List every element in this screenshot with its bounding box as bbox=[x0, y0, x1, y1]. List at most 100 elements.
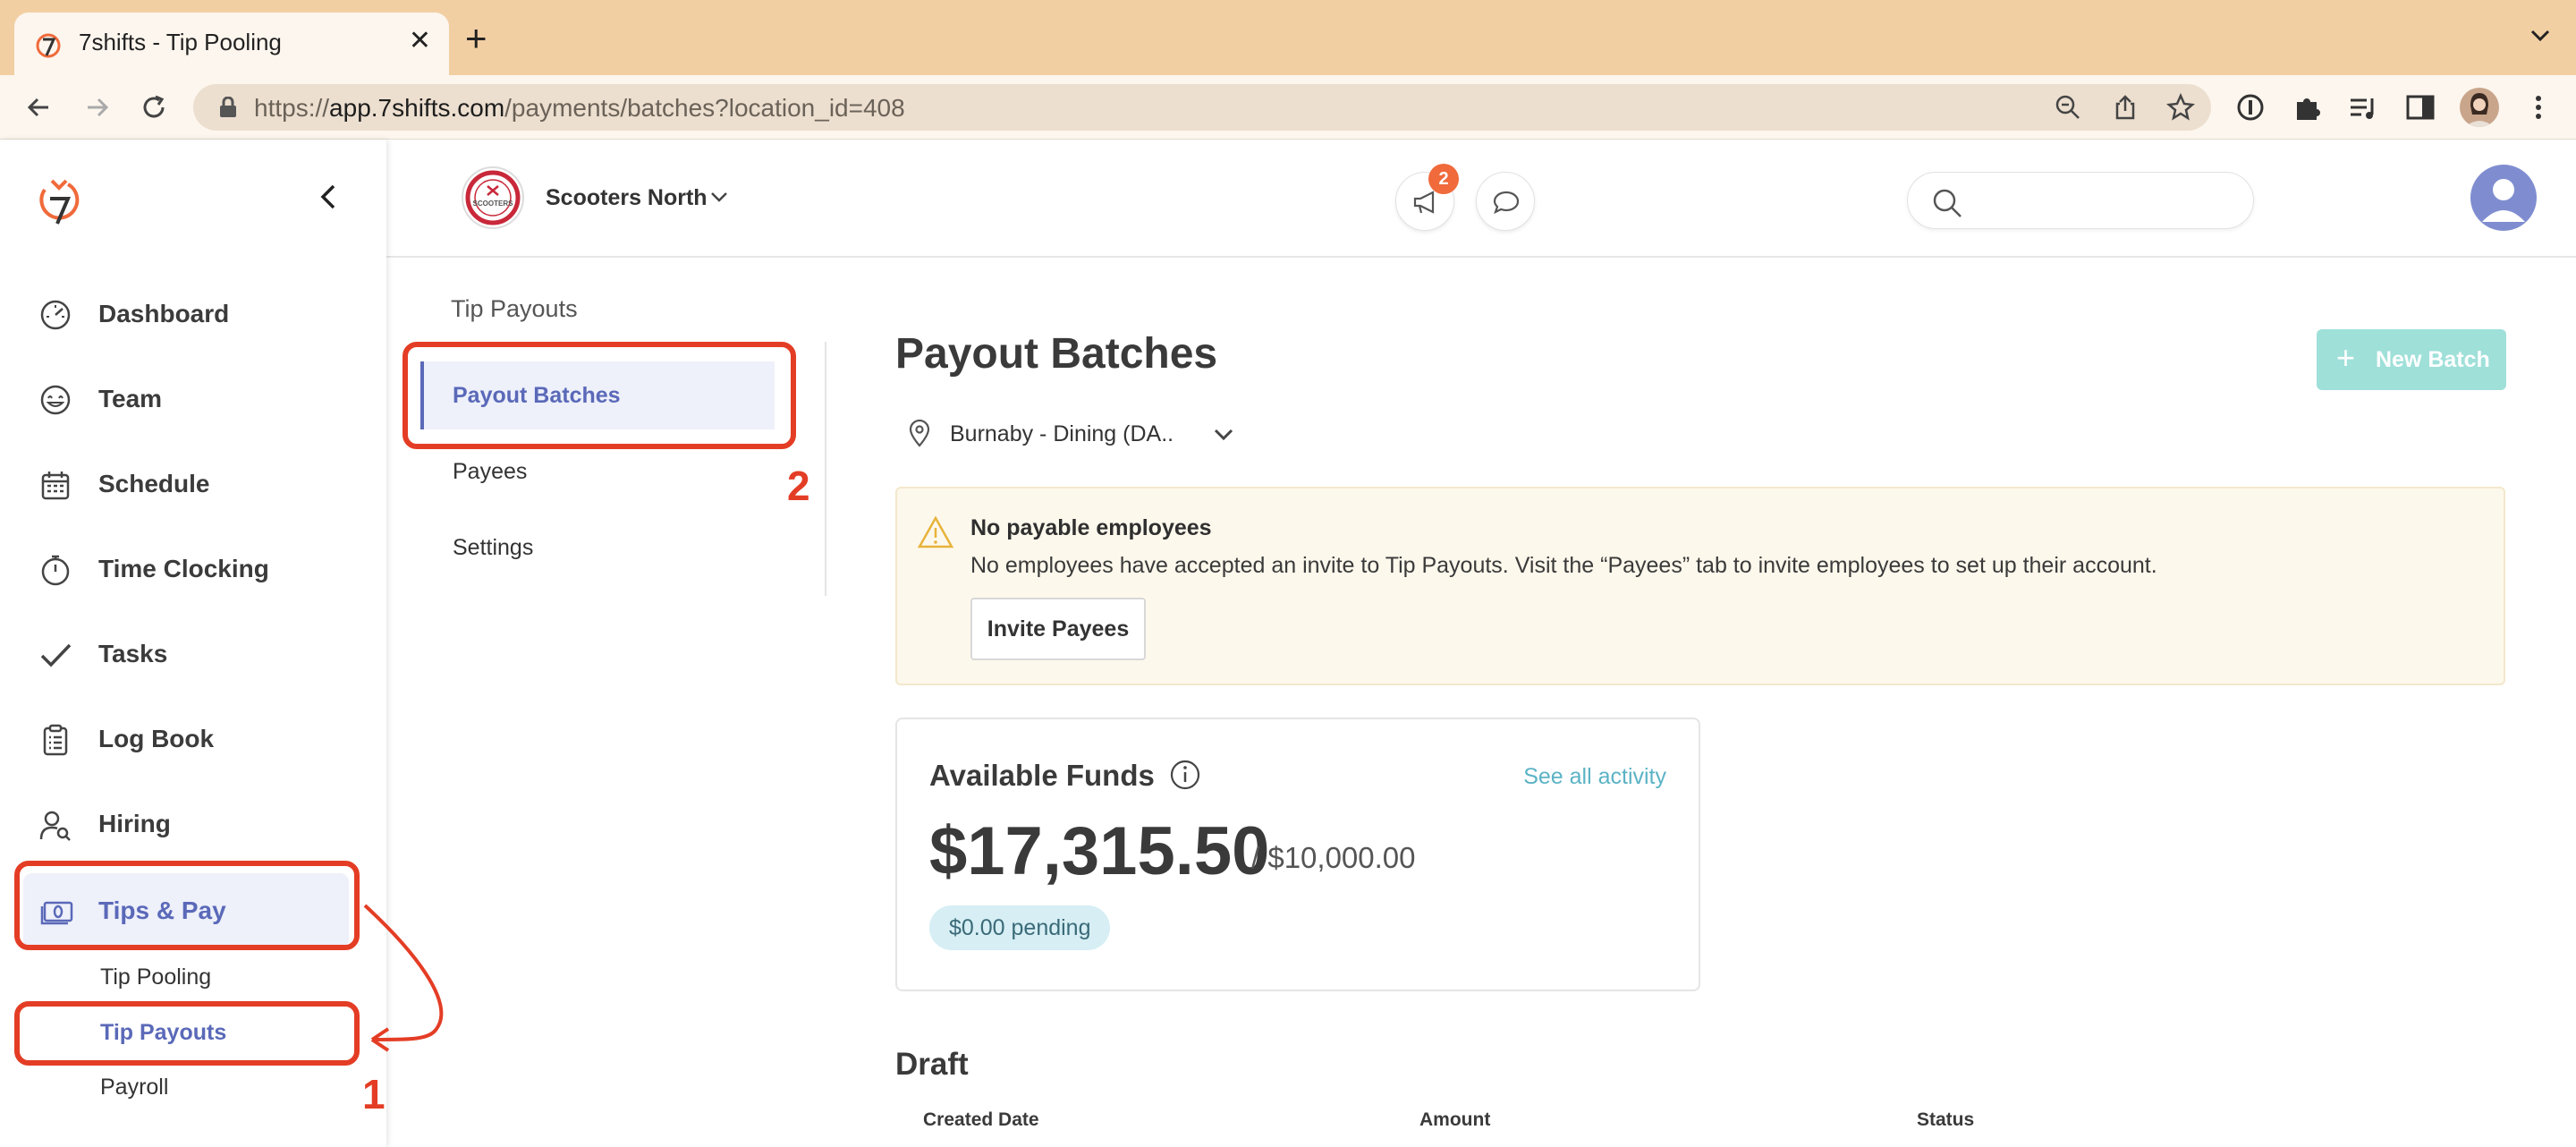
alert-title: No payable employees bbox=[970, 515, 1212, 540]
annotation-step-1: 1 bbox=[362, 1071, 386, 1117]
password-manager-icon[interactable] bbox=[2233, 89, 2268, 125]
new-batch-label: New Batch bbox=[2376, 347, 2490, 372]
browser-toolbar: https://app.7shifts.com/payments/batches… bbox=[0, 75, 2576, 140]
subnav-title: Tip Payouts bbox=[451, 295, 578, 322]
location-filter-value: Burnaby - Dining (DA.. bbox=[950, 421, 1174, 446]
checkmark-icon bbox=[40, 643, 72, 667]
sidebar-item-team[interactable]: Team bbox=[0, 371, 386, 425]
side-panel-icon[interactable] bbox=[2402, 89, 2438, 125]
annotation-arrow bbox=[363, 904, 444, 1052]
tab-title: 7shifts - Tip Pooling bbox=[79, 29, 282, 55]
browser-tab[interactable]: 7shifts - Tip Pooling ✕ bbox=[14, 13, 449, 75]
gauge-icon bbox=[40, 300, 71, 330]
collapse-sidebar-icon[interactable] bbox=[315, 183, 343, 211]
chevron-down-icon[interactable] bbox=[2528, 23, 2553, 48]
pending-badge: $0.00 pending bbox=[929, 905, 1111, 950]
search-icon bbox=[1933, 189, 1962, 217]
browser-tab-strip: 7shifts - Tip Pooling ✕ + bbox=[0, 0, 2576, 75]
sidebar-item-log-book[interactable]: Log Book bbox=[0, 711, 386, 765]
close-tab-icon[interactable]: ✕ bbox=[409, 25, 431, 56]
sidebar-item-label: Tasks bbox=[98, 640, 168, 667]
location-switcher[interactable]: Scooters North bbox=[546, 185, 708, 211]
available-funds-card: Available Funds See all activity $17,315… bbox=[895, 718, 1700, 991]
subnav-item-settings[interactable]: Settings bbox=[420, 514, 775, 582]
media-playlist-icon[interactable] bbox=[2345, 89, 2381, 125]
subnav-item-label: Payout Batches bbox=[453, 383, 621, 408]
plus-icon: + bbox=[2336, 339, 2356, 376]
alert-message: No employees have accepted an invite to … bbox=[970, 553, 2157, 578]
subnav-divider bbox=[825, 342, 826, 596]
draft-section-title: Draft bbox=[895, 1047, 969, 1082]
subnav-item-label: Settings bbox=[453, 535, 534, 560]
money-icon bbox=[40, 901, 73, 925]
sidebar-item-tips-and-pay[interactable]: Tips & Pay bbox=[23, 873, 349, 948]
sidebar-item-dashboard[interactable]: Dashboard bbox=[0, 286, 386, 340]
new-batch-button[interactable]: + New Batch bbox=[2317, 329, 2506, 390]
sidebar-subitem-tip-payouts[interactable]: Tip Payouts bbox=[100, 1020, 226, 1046]
see-all-activity-link[interactable]: See all activity bbox=[1523, 764, 1666, 790]
calendar-icon bbox=[41, 472, 70, 500]
funds-title: Available Funds bbox=[929, 759, 1155, 792]
page-title: Payout Batches bbox=[895, 330, 1218, 378]
info-icon[interactable] bbox=[1169, 759, 1201, 791]
sidebar-item-label: Schedule bbox=[98, 470, 210, 497]
column-header-status[interactable]: Status bbox=[1917, 1109, 1974, 1131]
sidebar-item-label: Time Clocking bbox=[98, 555, 269, 582]
lock-icon[interactable] bbox=[218, 97, 238, 118]
sidebar-item-schedule[interactable]: Schedule bbox=[0, 456, 386, 510]
url-text: https://app.7shifts.com/payments/batches… bbox=[254, 94, 905, 122]
person-search-icon bbox=[39, 811, 71, 841]
warning-icon bbox=[917, 515, 954, 548]
browser-profile-avatar[interactable] bbox=[2460, 88, 2499, 127]
chevron-down-icon[interactable] bbox=[708, 186, 730, 208]
search-input[interactable] bbox=[1907, 172, 2254, 229]
sidebar-subitem-payroll[interactable]: Payroll bbox=[100, 1075, 168, 1100]
location-logo: SCOOTERS bbox=[462, 166, 524, 229]
chat-bubble-icon bbox=[1493, 191, 1520, 215]
browser-menu-icon[interactable] bbox=[2521, 89, 2556, 125]
funds-limit: / $10,000.00 bbox=[1251, 841, 1416, 874]
bookmark-star-icon[interactable] bbox=[2166, 93, 2195, 122]
new-tab-icon[interactable]: + bbox=[465, 20, 487, 57]
chevron-down-icon bbox=[1214, 429, 1233, 441]
sidebar-item-time-clocking[interactable]: Time Clocking bbox=[0, 541, 386, 595]
sidebar-item-label: Log Book bbox=[98, 725, 215, 752]
user-avatar[interactable] bbox=[2470, 165, 2537, 231]
smiley-icon bbox=[40, 385, 71, 415]
subnav-item-label: Payees bbox=[453, 459, 528, 484]
back-icon[interactable] bbox=[23, 91, 55, 123]
sidebar-subitem-tip-pooling[interactable]: Tip Pooling bbox=[100, 964, 211, 990]
zoom-out-icon[interactable] bbox=[2054, 93, 2082, 122]
app-sidebar: Dashboard Team Schedule Time Clocking Ta… bbox=[0, 140, 386, 1147]
location-logo-text: SCOOTERS bbox=[473, 200, 514, 208]
column-header-created-date[interactable]: Created Date bbox=[923, 1109, 1039, 1131]
notification-badge: 2 bbox=[1428, 164, 1459, 194]
app-header: SCOOTERS Scooters North 2 bbox=[386, 140, 2576, 258]
address-bar[interactable]: https://app.7shifts.com/payments/batches… bbox=[193, 84, 2211, 131]
no-payable-employees-alert: No payable employees No employees have a… bbox=[895, 487, 2505, 685]
7shifts-favicon-icon bbox=[36, 33, 61, 58]
subnav-item-payees[interactable]: Payees bbox=[420, 438, 775, 506]
available-funds-amount: $17,315.50 bbox=[929, 813, 1270, 889]
sidebar-item-label: Tips & Pay bbox=[98, 896, 226, 924]
invite-payees-button[interactable]: Invite Payees bbox=[970, 598, 1146, 660]
extensions-puzzle-icon[interactable] bbox=[2290, 89, 2326, 125]
forward-icon[interactable] bbox=[80, 91, 113, 123]
sidebar-item-label: Dashboard bbox=[98, 300, 230, 327]
sidebar-item-label: Team bbox=[98, 385, 163, 412]
map-pin-icon bbox=[909, 419, 930, 447]
messages-button[interactable] bbox=[1476, 172, 1535, 231]
reload-icon[interactable] bbox=[138, 91, 170, 123]
location-filter-dropdown[interactable]: Burnaby - Dining (DA.. bbox=[907, 415, 1247, 456]
share-icon[interactable] bbox=[2111, 93, 2140, 122]
column-header-amount[interactable]: Amount bbox=[1419, 1109, 1490, 1131]
sidebar-item-hiring[interactable]: Hiring bbox=[0, 796, 386, 850]
annotation-step-2: 2 bbox=[787, 463, 810, 509]
subnav-item-payout-batches[interactable]: Payout Batches bbox=[420, 361, 775, 429]
stopwatch-icon bbox=[41, 555, 70, 586]
clipboard-icon bbox=[43, 724, 68, 756]
7shifts-logo[interactable] bbox=[36, 175, 82, 227]
announcements-button[interactable]: 2 bbox=[1395, 164, 1459, 231]
sidebar-item-label: Hiring bbox=[98, 810, 171, 837]
sidebar-item-tasks[interactable]: Tasks bbox=[0, 626, 386, 680]
